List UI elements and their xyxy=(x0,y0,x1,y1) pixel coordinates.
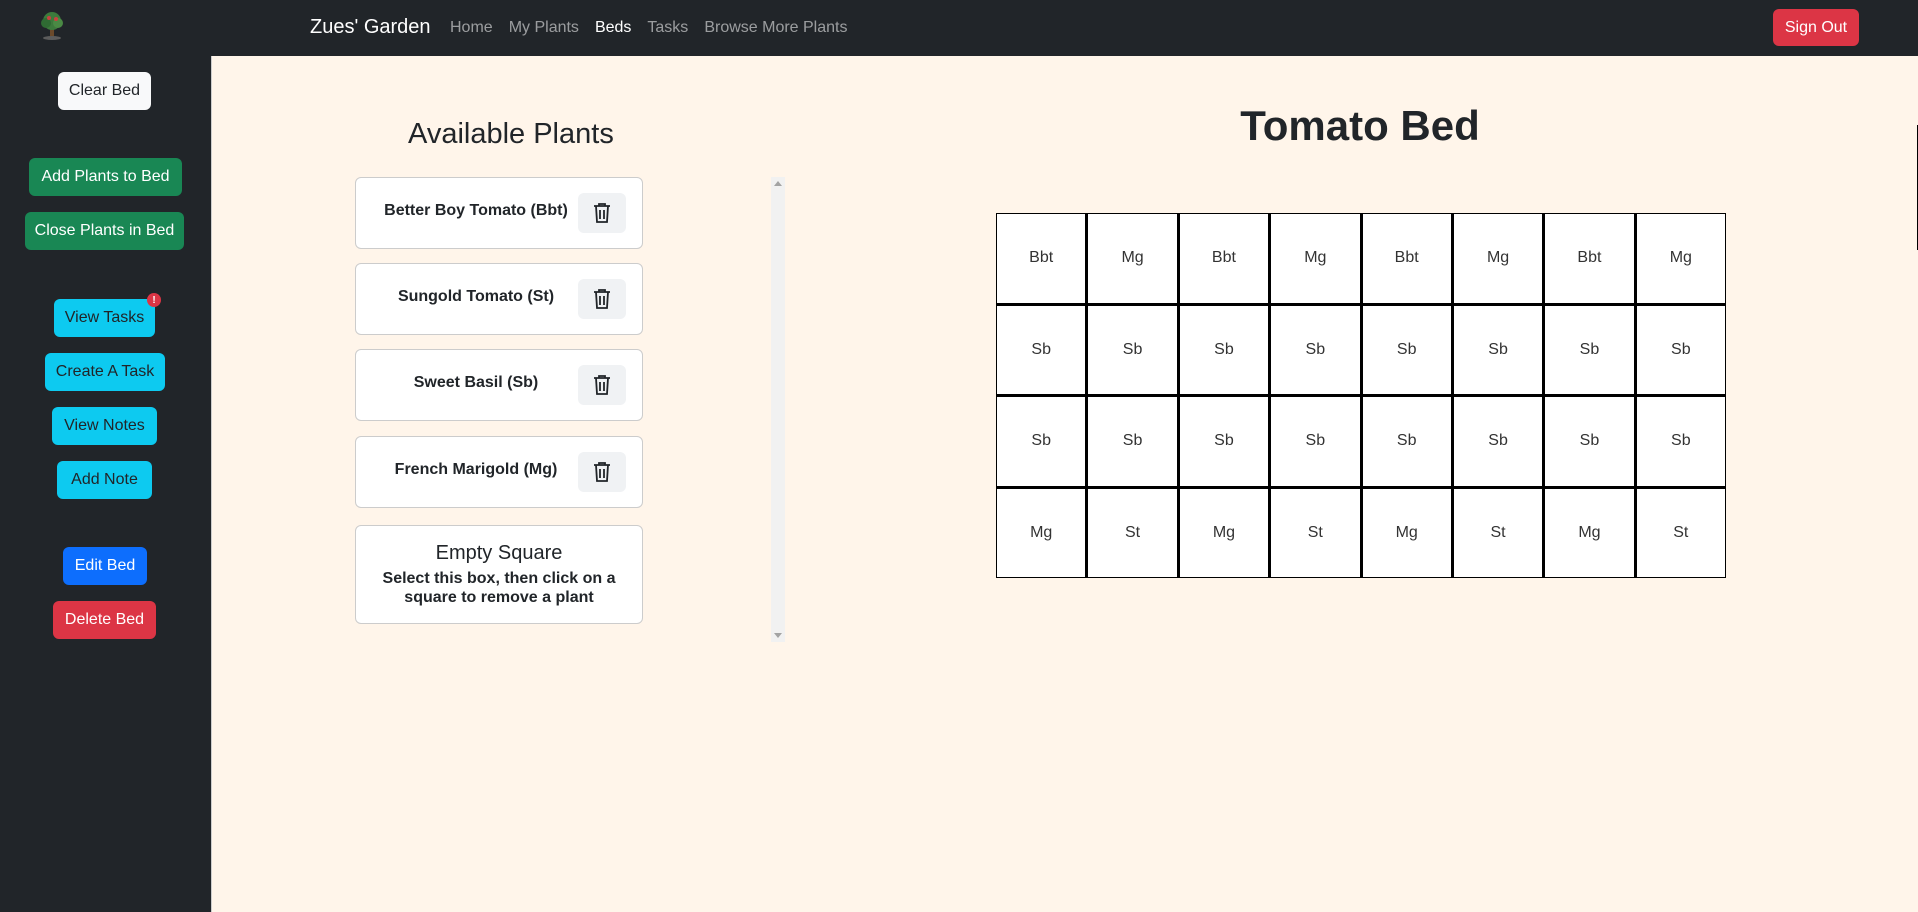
available-plants-title: Available Plants xyxy=(408,118,614,150)
delete-plant-button[interactable] xyxy=(578,193,626,233)
bed-square[interactable]: Sb xyxy=(1545,305,1634,394)
nav-link-beds[interactable]: Beds xyxy=(595,19,631,37)
view-notes-button[interactable]: View Notes xyxy=(52,407,157,445)
delete-plant-button[interactable] xyxy=(578,279,626,319)
trash-icon xyxy=(594,375,610,395)
bed-square[interactable]: Sb xyxy=(997,397,1086,486)
clear-bed-button[interactable]: Clear Bed xyxy=(58,72,151,110)
brand-title[interactable]: Zues' Garden xyxy=(310,16,431,39)
add-plants-to-bed-button[interactable]: Add Plants to Bed xyxy=(29,158,182,196)
bed-square[interactable]: Sb xyxy=(1636,397,1725,486)
plant-card[interactable]: Sungold Tomato (St) xyxy=(355,263,643,335)
bed-square[interactable]: Sb xyxy=(1271,305,1360,394)
bed-title: Tomato Bed xyxy=(1240,102,1480,149)
nav-link-browse-plants[interactable]: Browse More Plants xyxy=(704,19,847,37)
nav-link-my-plants[interactable]: My Plants xyxy=(509,19,579,37)
nav-link-home[interactable]: Home xyxy=(450,19,493,37)
bed-square[interactable]: Sb xyxy=(1088,397,1177,486)
plant-card[interactable]: French Marigold (Mg) xyxy=(355,436,643,508)
edit-bed-button[interactable]: Edit Bed xyxy=(63,547,147,585)
delete-bed-button[interactable]: Delete Bed xyxy=(53,601,156,639)
trash-icon xyxy=(594,462,610,482)
plant-card[interactable]: Sweet Basil (Sb) xyxy=(355,349,643,421)
top-navbar: Zues' Garden Home My Plants Beds Tasks B… xyxy=(0,0,1918,56)
empty-square-title: Empty Square xyxy=(435,542,563,564)
bed-square[interactable]: Sb xyxy=(1271,397,1360,486)
bed-square[interactable]: Bbt xyxy=(1179,214,1269,303)
view-tasks-label: View Tasks xyxy=(64,309,145,326)
bed-square[interactable]: Sb xyxy=(1362,305,1451,394)
bed-square[interactable]: Sb xyxy=(1179,397,1269,486)
bed-square[interactable]: Sb xyxy=(1636,305,1725,394)
bed-square[interactable]: Mg xyxy=(1088,214,1177,303)
delete-plant-button[interactable] xyxy=(578,452,626,492)
bed-square[interactable]: St xyxy=(1088,488,1177,577)
sidebar: Clear Bed Add Plants to Bed Close Plants… xyxy=(0,56,211,912)
tasks-alert-badge: ! xyxy=(147,293,161,307)
bed-square[interactable]: Mg xyxy=(1271,214,1360,303)
bed-square[interactable]: Sb xyxy=(997,305,1086,394)
nav-links: Home My Plants Beds Tasks Browse More Pl… xyxy=(450,19,863,37)
add-note-button[interactable]: Add Note xyxy=(57,461,152,499)
bed-square[interactable]: Bbt xyxy=(1545,214,1634,303)
scroll-up-arrow-icon[interactable] xyxy=(774,181,782,186)
plant-name: French Marigold (Mg) xyxy=(394,461,558,478)
bed-square[interactable]: Sb xyxy=(1179,305,1269,394)
bed-square[interactable]: Mg xyxy=(1453,214,1543,303)
bed-square[interactable]: Mg xyxy=(997,488,1086,577)
close-plants-in-bed-button[interactable]: Close Plants in Bed xyxy=(25,212,184,250)
sign-out-button[interactable]: Sign Out xyxy=(1773,9,1859,46)
delete-plant-button[interactable] xyxy=(578,365,626,405)
plant-name: Sungold Tomato (St) xyxy=(397,288,555,305)
empty-square-description: Select this box, then click on a square … xyxy=(382,570,616,606)
bed-square[interactable]: St xyxy=(1453,488,1543,577)
trash-icon xyxy=(594,289,610,309)
plant-card[interactable]: Better Boy Tomato (Bbt) xyxy=(355,177,643,249)
bed-square[interactable]: Sb xyxy=(1545,397,1634,486)
bed-square[interactable]: Sb xyxy=(1362,397,1451,486)
plant-name: Sweet Basil (Sb) xyxy=(413,374,539,391)
view-tasks-button[interactable]: View Tasks ! xyxy=(54,293,161,337)
tree-icon[interactable] xyxy=(36,9,68,41)
empty-square-card[interactable]: Empty Square Select this box, then click… xyxy=(355,525,643,624)
bed-square[interactable]: Mg xyxy=(1545,488,1634,577)
bed-square[interactable]: Sb xyxy=(1088,305,1177,394)
plant-list-scrollbar[interactable] xyxy=(771,177,785,642)
trash-icon xyxy=(594,203,610,223)
bed-grid: Bbt Mg Bbt Mg Bbt Mg Bbt Mg Sb Sb Sb Sb … xyxy=(996,213,1726,578)
create-task-button[interactable]: Create A Task xyxy=(45,353,165,391)
scroll-down-arrow-icon[interactable] xyxy=(774,633,782,638)
bed-square[interactable]: Sb xyxy=(1453,305,1543,394)
bed-square[interactable]: Mg xyxy=(1636,214,1725,303)
nav-link-tasks[interactable]: Tasks xyxy=(647,19,688,37)
bed-square[interactable]: Sb xyxy=(1453,397,1543,486)
bed-square[interactable]: St xyxy=(1636,488,1725,577)
bed-square[interactable]: Mg xyxy=(1179,488,1269,577)
plant-name: Better Boy Tomato (Bbt) xyxy=(384,202,568,219)
bed-square[interactable]: Bbt xyxy=(997,214,1086,303)
bed-square[interactable]: Bbt xyxy=(1362,214,1451,303)
bed-square[interactable]: Mg xyxy=(1362,488,1451,577)
bed-square[interactable]: St xyxy=(1271,488,1360,577)
